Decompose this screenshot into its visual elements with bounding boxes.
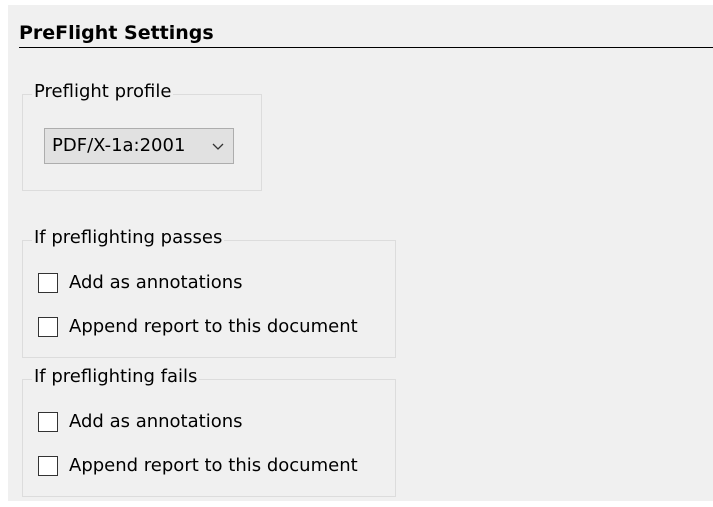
fails-append-report-label: Append report to this document [69, 455, 358, 476]
if-passes-group: If preflighting passes Add as annotation… [22, 228, 396, 358]
if-fails-group-title: If preflighting fails [32, 366, 200, 387]
section-title: PreFlight Settings [19, 22, 214, 44]
passes-append-report-checkbox[interactable] [38, 317, 58, 337]
preflight-profile-select-value: PDF/X-1a:2001 [52, 135, 186, 156]
chevron-down-icon [212, 143, 224, 150]
if-fails-group: If preflighting fails Add as annotations… [22, 367, 396, 497]
preflight-profile-select[interactable]: PDF/X-1a:2001 [44, 128, 234, 164]
fails-append-report-checkbox[interactable] [38, 456, 58, 476]
passes-add-annotations-label: Add as annotations [69, 272, 243, 293]
preflight-profile-group: Preflight profile PDF/X-1a:2001 [22, 82, 262, 191]
if-passes-group-title: If preflighting passes [32, 227, 225, 248]
section-divider [19, 47, 713, 48]
passes-add-annotations-checkbox[interactable] [38, 273, 58, 293]
preflight-profile-group-title: Preflight profile [32, 81, 174, 102]
preflight-settings-panel: PreFlight Settings Preflight profile PDF… [8, 5, 713, 501]
fails-add-annotations-checkbox[interactable] [38, 412, 58, 432]
passes-append-report-label: Append report to this document [69, 316, 358, 337]
fails-add-annotations-label: Add as annotations [69, 411, 243, 432]
